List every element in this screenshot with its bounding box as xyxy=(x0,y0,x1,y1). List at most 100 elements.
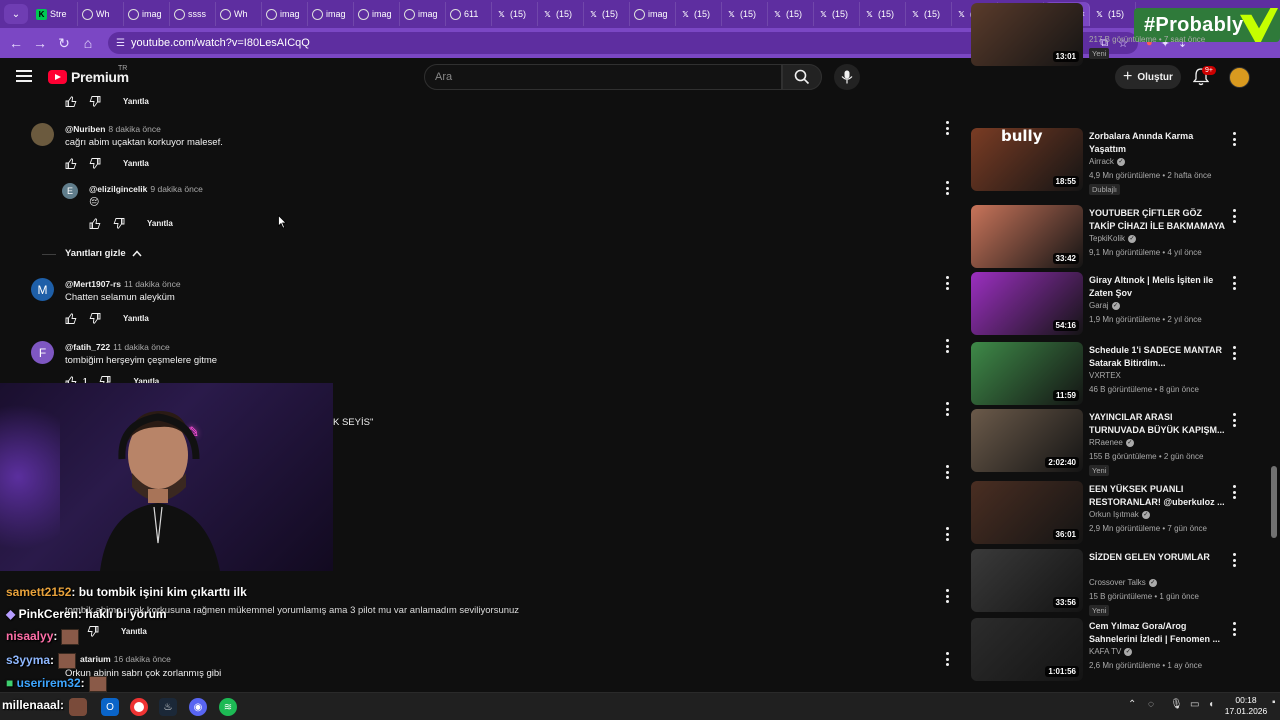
site-info-icon[interactable]: ☰ xyxy=(116,38,125,49)
video-thumbnail[interactable]: 2:02:40 xyxy=(971,409,1083,472)
comment-more-icon[interactable] xyxy=(945,527,949,541)
video-more-icon[interactable] xyxy=(1232,209,1236,223)
page-scrollbar[interactable] xyxy=(1270,96,1278,692)
youtube-logo[interactable]: Premium TR xyxy=(48,65,129,85)
microphone-tray-icon[interactable]: 🎙 xyxy=(1170,699,1183,710)
notification-center-icon[interactable]: ▪ xyxy=(1272,697,1276,708)
video-more-icon[interactable] xyxy=(1232,132,1236,146)
video-thumbnail[interactable]: 13:01 xyxy=(971,3,1083,66)
browser-tab[interactable]: 𝕏 (15) xyxy=(814,2,860,26)
back-button[interactable]: ← xyxy=(4,31,28,55)
video-more-icon[interactable] xyxy=(1232,413,1236,427)
comment-avatar[interactable] xyxy=(31,123,54,146)
like-icon[interactable] xyxy=(89,218,101,229)
comment-author[interactable]: @fatih_722 xyxy=(65,342,110,352)
dislike-icon[interactable] xyxy=(113,218,125,229)
dislike-icon[interactable] xyxy=(89,158,101,169)
video-channel[interactable]: VXRTEX xyxy=(1089,371,1121,380)
comment-more-icon[interactable] xyxy=(945,121,949,135)
browser-tab[interactable]: imag xyxy=(308,2,354,26)
browser-tab[interactable]: 𝕏 (15) xyxy=(492,2,538,26)
video-channel[interactable]: RRaenee ✓ xyxy=(1089,438,1134,447)
browser-tab[interactable]: Wh xyxy=(78,2,124,26)
recommended-video[interactable]: 33:56 SİZDEN GELEN YORUMLAR Crossover Talk… xyxy=(971,549,1261,616)
video-channel[interactable]: Airrack ✓ xyxy=(1089,157,1125,166)
reply-avatar[interactable]: E xyxy=(62,183,78,199)
comment-more-icon[interactable] xyxy=(945,652,949,666)
forward-button[interactable]: → xyxy=(28,31,52,55)
browser-tab[interactable]: 𝕏 (15) xyxy=(860,2,906,26)
browser-tab[interactable]: imag xyxy=(124,2,170,26)
video-thumbnail[interactable]: 33:42 xyxy=(971,205,1083,268)
outlook-icon[interactable]: O xyxy=(101,698,119,716)
spotify-icon[interactable]: ≋ xyxy=(219,698,237,716)
video-more-icon[interactable] xyxy=(1232,485,1236,499)
recommended-video[interactable]: 36:01 EEN YÜKSEK PUANLI RESTORANLAR! @ube… xyxy=(971,481,1261,547)
display-icon[interactable]: ▭ xyxy=(1190,699,1199,710)
browser-tab[interactable]: imag xyxy=(354,2,400,26)
comment-time[interactable]: 8 dakika önce xyxy=(108,124,160,134)
video-thumbnail[interactable]: 1:01:56 xyxy=(971,618,1083,681)
video-channel[interactable]: KAFA TV ✓ xyxy=(1089,647,1133,656)
recommended-video[interactable]: 1:01:56 Cem Yılmaz Gora/Arog Sahnelerini … xyxy=(971,618,1261,684)
video-thumbnail[interactable]: 36:01 xyxy=(971,481,1083,544)
discord-icon[interactable]: ◉ xyxy=(189,698,207,716)
browser-tab[interactable]: 𝕏 (15) xyxy=(538,2,584,26)
browser-tab[interactable]: 𝕏 (15) xyxy=(722,2,768,26)
browser-tab[interactable]: 𝕏 (15) xyxy=(768,2,814,26)
video-title[interactable]: EEN YÜKSEK PUANLI RESTORANLAR! @uberkulo… xyxy=(1089,483,1229,509)
video-title[interactable]: Giray Altınok | Melis İşiten ile Zaten Ş… xyxy=(1089,274,1229,300)
reply-author[interactable]: @elizilgincelik xyxy=(89,184,147,194)
browser-tab[interactable]: K Stre xyxy=(32,2,78,26)
browser-tab[interactable]: 𝕏 (15) xyxy=(676,2,722,26)
video-more-icon[interactable] xyxy=(1232,553,1236,567)
dislike-icon[interactable] xyxy=(89,313,101,324)
comment-avatar[interactable]: M xyxy=(31,278,54,301)
reply-time[interactable]: 9 dakika önce xyxy=(150,184,202,194)
reply-button[interactable]: Yanıtla xyxy=(123,159,149,168)
comment-time[interactable]: 11 dakika önce xyxy=(113,342,170,352)
browser-tab[interactable]: ssss xyxy=(170,2,216,26)
video-channel[interactable]: Orkun Işıtmak ✓ xyxy=(1089,510,1150,519)
comment-time[interactable]: 11 dakika önce xyxy=(124,279,181,289)
recommended-video[interactable]: 11:59 Schedule 1'i SADECE MANTAR Satarak … xyxy=(971,342,1261,408)
system-clock[interactable]: 00:18 17.01.2026 xyxy=(1222,695,1270,717)
video-thumbnail[interactable]: 33:56 xyxy=(971,549,1083,612)
browser-tab[interactable]: 611 xyxy=(446,2,492,26)
comment-more-icon[interactable] xyxy=(945,339,949,353)
dislike-icon[interactable] xyxy=(89,96,101,107)
recommended-video[interactable]: 33:42 YOUTUBER ÇİFTLER GÖZ TAKİP CİHAZI İ… xyxy=(971,205,1261,271)
scrollbar-thumb[interactable] xyxy=(1271,466,1277,538)
reply-button[interactable]: Yanıtla xyxy=(123,314,149,323)
comment-more-icon[interactable] xyxy=(945,465,949,479)
comment-author[interactable]: atarium xyxy=(80,654,111,664)
video-channel[interactable]: Garaj ✓ xyxy=(1089,301,1120,310)
video-more-icon[interactable] xyxy=(1232,622,1236,636)
like-icon[interactable] xyxy=(65,313,77,324)
comment-more-icon[interactable] xyxy=(945,276,949,290)
comment-more-icon[interactable] xyxy=(945,402,949,416)
reply-button[interactable]: Yanıtla xyxy=(121,627,147,636)
chrome-icon[interactable] xyxy=(130,698,148,716)
comment-author[interactable]: @Mert1907-rs xyxy=(65,279,121,289)
network-icon[interactable]: ◌ xyxy=(1148,699,1154,710)
video-more-icon[interactable] xyxy=(1232,276,1236,290)
recommended-video[interactable]: bully 18:55 Zorbalara Anında Karma Yaşattı… xyxy=(971,128,1261,195)
browser-tab[interactable]: 𝕏 (15) xyxy=(1090,2,1136,26)
video-title[interactable]: SİZDEN GELEN YORUMLAR xyxy=(1089,551,1229,564)
video-title[interactable]: YOUTUBER ÇİFTLER GÖZ TAKİP CİHAZI İLE BA… xyxy=(1089,207,1229,233)
comment-avatar[interactable]: F xyxy=(31,341,54,364)
video-thumbnail[interactable]: 11:59 xyxy=(971,342,1083,405)
hide-replies-button[interactable]: Yanıtları gizle xyxy=(65,248,142,259)
reply-button[interactable]: Yanıtla xyxy=(147,219,173,228)
voice-search-button[interactable] xyxy=(834,64,860,90)
video-thumbnail[interactable]: 54:16 xyxy=(971,272,1083,335)
browser-tab[interactable]: imag xyxy=(400,2,446,26)
video-more-icon[interactable] xyxy=(1232,346,1236,360)
reply-button[interactable]: Yanıtla xyxy=(123,97,149,106)
comment-more-icon[interactable] xyxy=(945,589,949,603)
steam-icon[interactable]: ♨ xyxy=(159,698,177,716)
reload-button[interactable]: ↻ xyxy=(52,31,76,55)
video-channel[interactable]: TepkiKolik ✓ xyxy=(1089,234,1137,243)
video-title[interactable]: Cem Yılmaz Gora/Arog Sahnelerini İzledi … xyxy=(1089,620,1229,646)
